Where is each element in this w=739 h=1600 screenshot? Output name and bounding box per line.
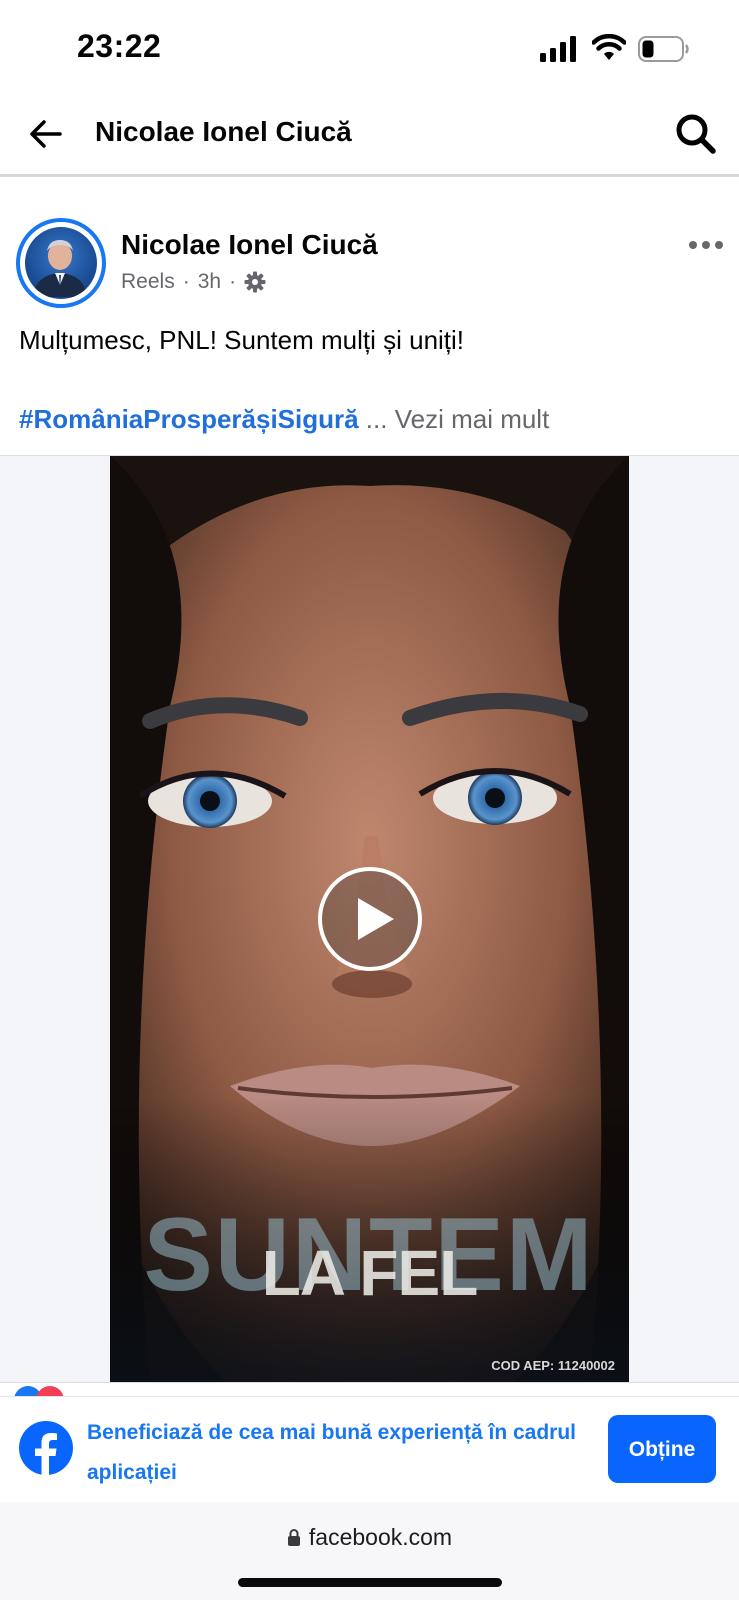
avatar[interactable] bbox=[16, 218, 106, 308]
see-more-link[interactable]: Vezi mai mult bbox=[395, 404, 550, 434]
status-time: 23:22 bbox=[77, 28, 162, 64]
author-name[interactable]: Nicolae Ionel Ciucă bbox=[121, 229, 378, 261]
post-category[interactable]: Reels bbox=[121, 270, 175, 294]
hashtag-line: #RomâniaProsperășiSigură ... Vezi mai mu… bbox=[19, 404, 549, 435]
post-time[interactable]: 3h bbox=[198, 270, 221, 294]
meta-separator: · bbox=[229, 270, 237, 293]
more-options-icon[interactable] bbox=[688, 238, 724, 252]
page-header: Nicolae Ionel Ciucă bbox=[0, 96, 739, 177]
home-indicator[interactable] bbox=[238, 1578, 502, 1587]
status-bar: 23:22 bbox=[0, 0, 739, 96]
search-icon[interactable] bbox=[674, 112, 718, 156]
video-overlay-small-text: LA FEL bbox=[261, 1237, 479, 1309]
banner-text: Beneficiază de cea mai bună experiență î… bbox=[87, 1421, 577, 1484]
back-arrow-icon[interactable] bbox=[26, 114, 66, 154]
meta-separator: · bbox=[182, 270, 190, 293]
wifi-icon bbox=[592, 34, 626, 60]
url-text: facebook.com bbox=[308, 1524, 453, 1550]
gear-icon bbox=[244, 271, 266, 293]
ellipsis: ... bbox=[358, 404, 395, 434]
signal-icon bbox=[540, 36, 576, 62]
reel-video[interactable]: SUNTEM LA FEL COD AEP: 11240002 bbox=[110, 456, 629, 1382]
get-app-button[interactable]: Obține bbox=[608, 1415, 716, 1483]
post-text: Mulțumesc, PNL! Suntem mulți și uniți! bbox=[19, 325, 465, 355]
avatar-photo bbox=[25, 227, 97, 299]
post-meta: Reels · 3h · bbox=[121, 270, 266, 294]
lock-icon bbox=[287, 1529, 300, 1546]
hashtag-link[interactable]: #RomâniaProsperășiSigură bbox=[19, 404, 359, 434]
battery-icon bbox=[638, 36, 689, 62]
browser-bar: facebook.com bbox=[0, 1502, 739, 1600]
play-button[interactable] bbox=[318, 867, 422, 971]
play-icon bbox=[358, 898, 394, 940]
video-cod-aep: COD AEP: 11240002 bbox=[491, 1358, 615, 1373]
page-title: Nicolae Ionel Ciucă bbox=[95, 116, 352, 147]
media-frame: SUNTEM LA FEL COD AEP: 11240002 bbox=[0, 455, 739, 1383]
url-bar[interactable]: facebook.com bbox=[0, 1524, 739, 1551]
facebook-logo-icon bbox=[19, 1421, 73, 1476]
app-install-banner: Beneficiază de cea mai bună experiență î… bbox=[0, 1396, 739, 1504]
